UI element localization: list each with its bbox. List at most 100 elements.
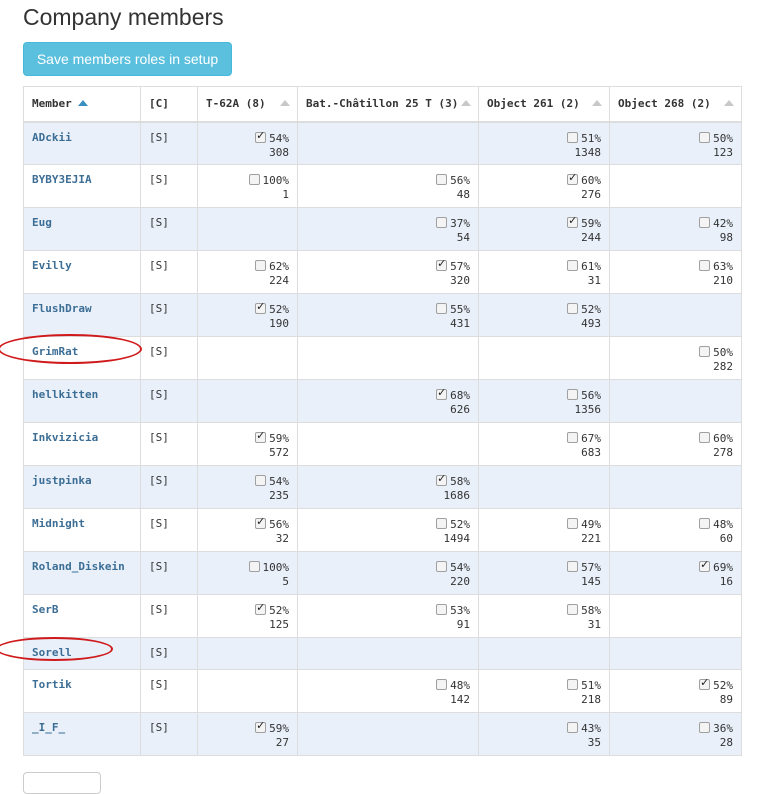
- member-name-link[interactable]: SerB: [32, 603, 59, 616]
- tank-assign-checkbox[interactable]: [567, 518, 579, 529]
- member-name-link[interactable]: BYBY3EJIA: [32, 173, 92, 186]
- tank-stat: 52%89: [618, 676, 733, 707]
- tank-assign-checkbox[interactable]: [436, 257, 448, 271]
- win-rate: 69%: [713, 561, 733, 574]
- member-name-link[interactable]: Roland_Diskein: [32, 560, 125, 573]
- win-rate-line: 59%: [206, 719, 289, 736]
- member-name-link[interactable]: _I_F_: [32, 721, 65, 734]
- sort-icon: [461, 100, 471, 106]
- tank-assign-checkbox[interactable]: [567, 432, 579, 443]
- tank-assign-checkbox[interactable]: [699, 676, 711, 690]
- column-header-tank-1[interactable]: T-62A (8): [197, 86, 298, 123]
- save-roles-button[interactable]: Save members roles in setup: [23, 42, 232, 76]
- tank-stat-cell: 59%244: [478, 207, 610, 251]
- tank-assign-checkbox[interactable]: [255, 601, 267, 615]
- member-name-link[interactable]: hellkitten: [32, 388, 98, 401]
- tank-stat: 62% 224: [206, 259, 289, 288]
- win-rate: 52%: [581, 303, 601, 316]
- tank-assign-checkbox[interactable]: [255, 429, 267, 443]
- member-name-link[interactable]: FlushDraw: [32, 302, 92, 315]
- member-cell: FlushDraw: [23, 293, 141, 337]
- member-name-link[interactable]: Eug: [32, 216, 52, 229]
- tank-assign-checkbox[interactable]: [567, 722, 579, 733]
- column-header-tank-3[interactable]: Object 261 (2): [478, 86, 610, 123]
- win-rate: 68%: [450, 389, 470, 402]
- tank-assign-checkbox[interactable]: [699, 131, 711, 143]
- tank-assign-checkbox[interactable]: [699, 260, 711, 271]
- role-label: [S]: [149, 216, 169, 229]
- win-rate-line: 56%: [206, 515, 289, 532]
- column-header-label: Object 261 (2): [487, 97, 580, 111]
- win-rate: 52%: [269, 604, 289, 617]
- tank-assign-checkbox[interactable]: [699, 217, 711, 228]
- member-name-link[interactable]: ADckii: [32, 131, 72, 144]
- tank-assign-checkbox[interactable]: [436, 386, 448, 400]
- tank-stat: 58% 31: [487, 603, 601, 632]
- tank-stat-cell: 48% 60: [609, 508, 742, 552]
- tank-assign-checkbox[interactable]: [248, 174, 260, 185]
- tank-assign-checkbox[interactable]: [436, 679, 448, 690]
- tank-assign-checkbox[interactable]: [436, 518, 448, 529]
- role-cell: [S]: [140, 712, 198, 756]
- tank-assign-checkbox[interactable]: [699, 722, 711, 733]
- tank-assign-checkbox[interactable]: [567, 604, 579, 615]
- tank-assign-checkbox[interactable]: [567, 303, 579, 314]
- win-rate: 53%: [450, 604, 470, 617]
- member-name-link[interactable]: Inkvizicia: [32, 431, 98, 444]
- column-header-label: Member: [32, 97, 72, 111]
- member-name-link[interactable]: Sorell: [32, 646, 72, 659]
- column-header-tank-2[interactable]: Bat.-Châtillon 25 T (3): [297, 86, 479, 123]
- table-row: hellkitten [S] 68%626 56%1356: [23, 379, 742, 423]
- tank-assign-checkbox[interactable]: [436, 303, 448, 314]
- tank-assign-checkbox[interactable]: [699, 346, 711, 357]
- tank-assign-checkbox[interactable]: [248, 561, 260, 572]
- member-name-link[interactable]: Evilly: [32, 259, 72, 272]
- tank-assign-checkbox[interactable]: [436, 604, 448, 615]
- member-name-link[interactable]: Tortik: [32, 678, 72, 691]
- tank-stat-cell: 55% 431: [297, 293, 479, 337]
- member-name-link[interactable]: Midnight: [32, 517, 85, 530]
- role-cell: [S]: [140, 336, 198, 380]
- win-rate-line: 58%: [306, 472, 470, 489]
- tank-assign-checkbox[interactable]: [567, 389, 579, 400]
- role-cell: [S]: [140, 551, 198, 595]
- tank-stat: 61% 31: [487, 259, 601, 288]
- tank-assign-checkbox[interactable]: [436, 174, 448, 185]
- table-row: Midnight [S] 56%32 52%1494 49%221 48%60: [23, 508, 742, 552]
- member-cell: ADckii: [23, 121, 141, 165]
- tank-assign-checkbox[interactable]: [436, 472, 448, 486]
- win-rate: 48%: [713, 518, 733, 531]
- column-header-member[interactable]: Member: [23, 86, 141, 123]
- role-label: [S]: [149, 560, 169, 573]
- tank-assign-checkbox[interactable]: [255, 475, 267, 486]
- battle-count: 683: [581, 446, 601, 459]
- tank-assign-checkbox[interactable]: [699, 518, 711, 529]
- tank-assign-checkbox[interactable]: [567, 171, 579, 185]
- tank-assign-checkbox[interactable]: [567, 131, 579, 143]
- tank-stat: 51% 218: [487, 678, 601, 707]
- tank-assign-checkbox[interactable]: [567, 561, 579, 572]
- tank-assign-checkbox[interactable]: [567, 214, 579, 228]
- member-name-link[interactable]: justpinka: [32, 474, 92, 487]
- win-rate: 49%: [581, 518, 601, 531]
- win-rate-line: 60%: [487, 171, 601, 188]
- tank-assign-checkbox[interactable]: [255, 719, 267, 733]
- tank-assign-checkbox[interactable]: [699, 558, 711, 572]
- win-rate-line: 37%: [306, 217, 470, 231]
- tank-assign-checkbox[interactable]: [436, 561, 448, 572]
- tank-assign-checkbox[interactable]: [255, 129, 267, 143]
- member-name-link[interactable]: GrimRat: [32, 345, 78, 358]
- tank-assign-checkbox[interactable]: [255, 515, 267, 529]
- members-table-body: ADckii[S]54%30851%134850%123BYBY3EJIA[S]…: [23, 121, 742, 756]
- table-row: justpinka [S] 54%235 58%1686: [23, 465, 742, 509]
- tank-assign-checkbox[interactable]: [255, 300, 267, 314]
- tank-assign-checkbox[interactable]: [699, 432, 711, 443]
- tank-assign-checkbox[interactable]: [255, 260, 267, 271]
- column-header-tank-4[interactable]: Object 268 (2): [609, 86, 742, 123]
- bottom-button[interactable]: [23, 772, 101, 794]
- tank-stat: 42% 98: [618, 216, 733, 245]
- tank-assign-checkbox[interactable]: [567, 260, 579, 271]
- tank-assign-checkbox[interactable]: [567, 679, 579, 690]
- tank-assign-checkbox[interactable]: [436, 217, 448, 228]
- tank-stat-cell: [297, 336, 479, 380]
